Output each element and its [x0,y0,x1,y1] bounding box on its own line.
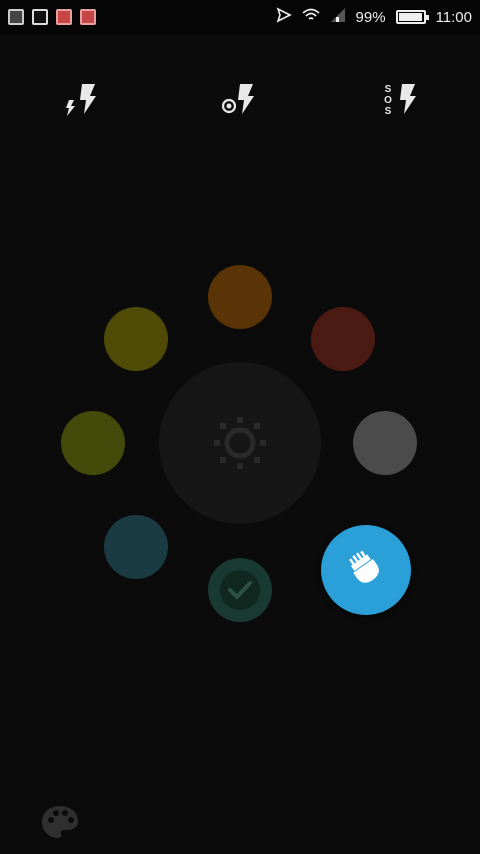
clock: 11:00 [435,8,472,26]
palette-button[interactable] [40,804,80,840]
svg-text:O: O [384,95,392,106]
strobe-flash-icon [221,84,254,114]
send-icon [276,7,292,27]
battery-fill [398,13,423,21]
flash-icon [66,84,96,116]
notification-icon [56,9,72,25]
status-bar: 99% 11:00 [0,0,480,34]
brush-button[interactable] [321,525,411,615]
color-gray[interactable] [353,411,417,475]
svg-text:S: S [385,106,392,117]
brightness-dial[interactable] [159,362,321,524]
status-left-icons [8,9,96,25]
sos-mode-button[interactable]: S O S [380,80,420,120]
svg-text:S: S [385,84,392,95]
checkmark-icon [220,570,260,610]
color-green-selected[interactable] [208,558,272,622]
screenshot-icon [32,9,48,25]
palette-icon [42,806,78,838]
color-teal[interactable] [104,515,168,579]
wifi-icon [301,7,320,27]
color-orange[interactable] [208,265,272,329]
brightness-icon [214,417,266,469]
color-yellow[interactable] [104,307,168,371]
flash-mode-button[interactable] [60,80,100,120]
brush-icon [349,550,379,583]
battery-percent: 99% [355,8,386,26]
strobe-mode-button[interactable] [218,80,258,120]
battery-icon [395,10,429,24]
gallery-icon [8,9,24,25]
color-olive[interactable] [61,411,125,475]
status-right-icons: 99% 11:00 [276,7,472,27]
signal-icon [330,7,346,27]
color-red[interactable] [311,307,375,371]
notification-icon [80,9,96,25]
sos-flash-icon: S O S [384,84,416,117]
